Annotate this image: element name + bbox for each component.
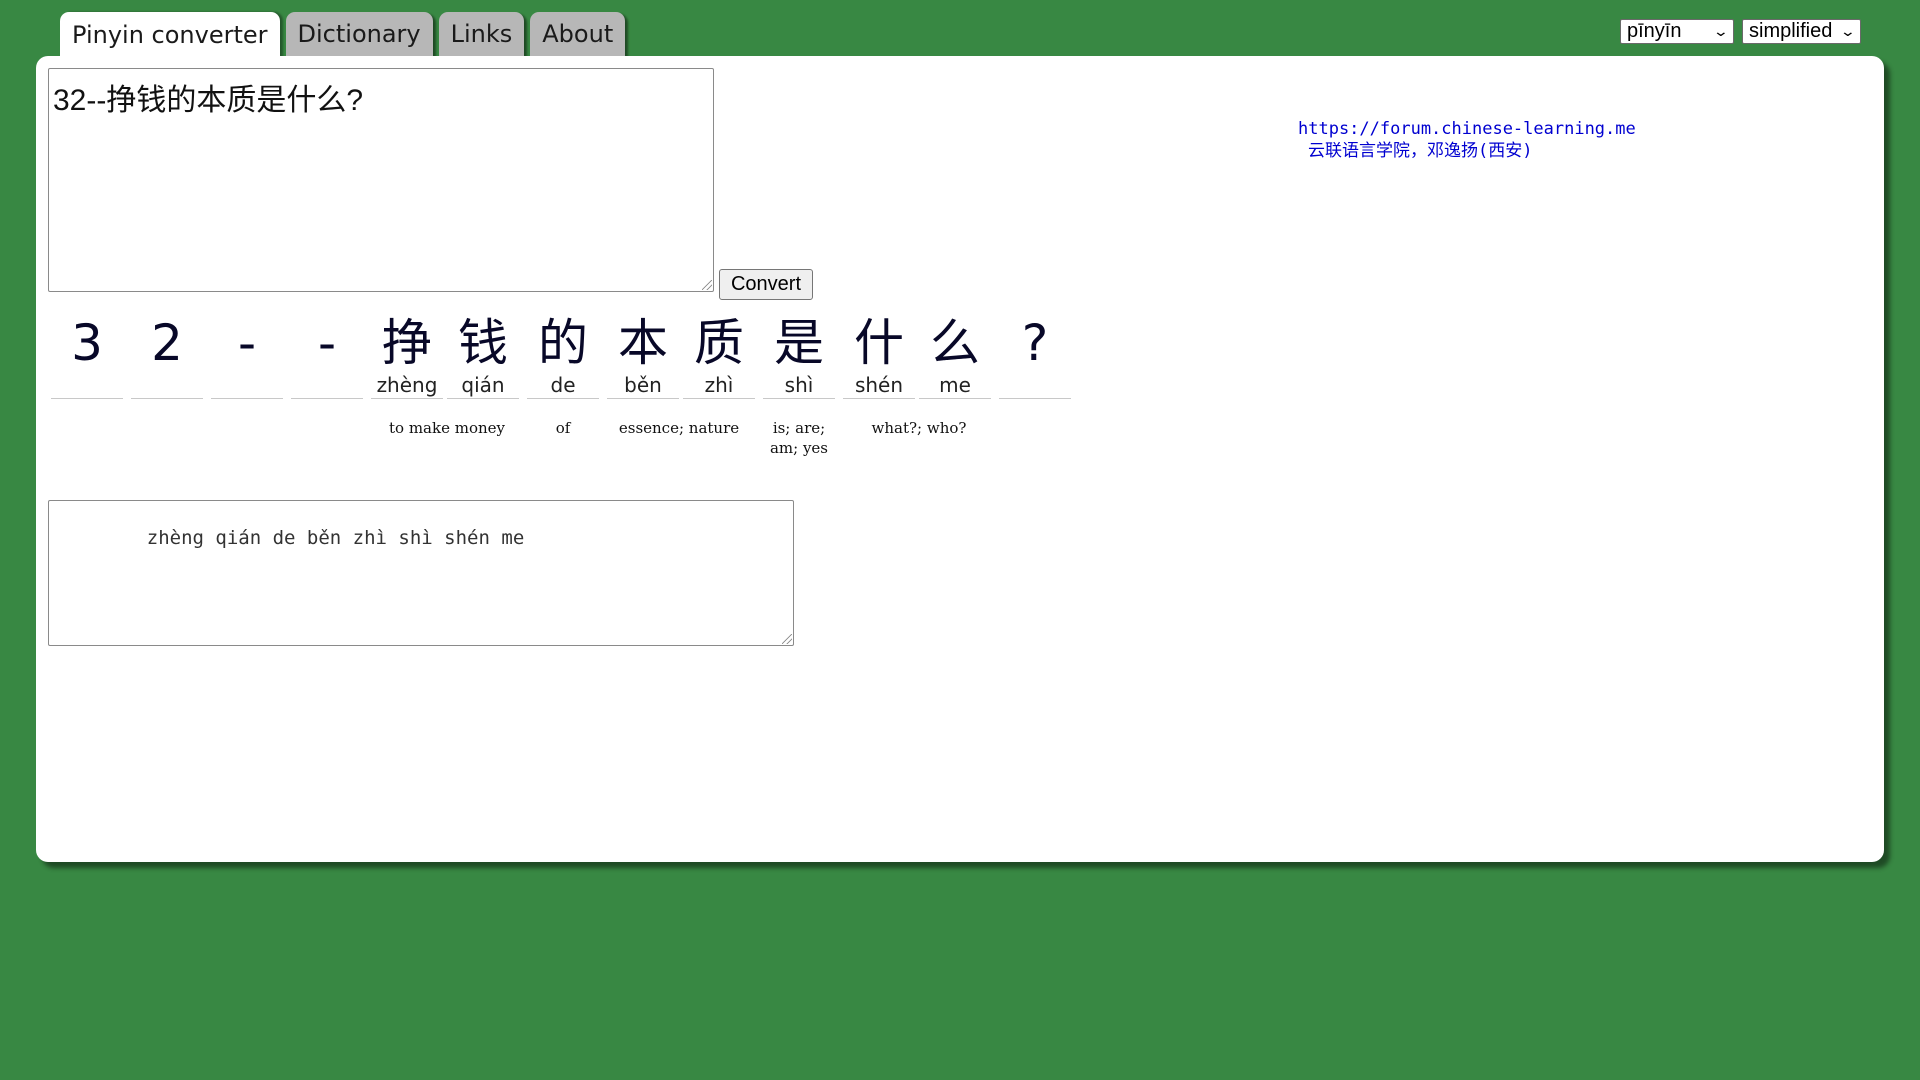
options-selects: pīnyīn ⌄ simplified ⌄ xyxy=(1620,19,1861,44)
syllable-cell[interactable]: 么 me xyxy=(919,316,991,399)
hanzi-char: 钱 xyxy=(458,314,508,372)
pinyin-reading: běn xyxy=(607,372,679,399)
hanzi-char: 2 xyxy=(151,314,183,372)
syllable-cell[interactable]: 3 xyxy=(51,316,123,399)
hanzi-char: 本 xyxy=(618,314,668,372)
script-select[interactable]: simplified ⌄ xyxy=(1742,19,1861,44)
forum-link[interactable]: https://forum.chinese-learning.me xyxy=(1298,118,1636,140)
syllable-cell[interactable]: 2 xyxy=(131,316,203,399)
hanzi-char: 是 xyxy=(774,314,824,372)
gloss-shenme: what?; who? xyxy=(871,419,967,437)
gloss-shi: is; are; am; yes xyxy=(769,419,829,457)
hanzi-char: 质 xyxy=(694,314,744,372)
pinyin-reading: shì xyxy=(763,372,835,399)
credit-author: 云联语言学院，邓逸扬(西安) xyxy=(1308,141,1533,161)
resize-handle-icon[interactable] xyxy=(702,280,712,290)
syllable-cell[interactable]: 本 běn xyxy=(607,316,679,399)
gloss-benzhi: essence; nature xyxy=(618,419,740,437)
hanzi-char: 么 xyxy=(930,314,980,372)
script-select-value: simplified xyxy=(1749,20,1833,42)
chinese-input-value: 32--挣钱的本质是什么? xyxy=(53,84,364,117)
convert-button[interactable]: Convert xyxy=(719,269,813,300)
syllable-cell[interactable]: 是 shì xyxy=(763,316,835,399)
romanization-select-value: pīnyīn xyxy=(1627,20,1682,42)
pinyin-reading: zhì xyxy=(683,372,755,399)
hanzi-char: - xyxy=(317,314,337,372)
pinyin-reading xyxy=(999,372,1071,399)
tab-dictionary[interactable]: Dictionary xyxy=(285,12,433,56)
hanzi-char: 的 xyxy=(538,314,588,372)
syllable-cell[interactable]: - xyxy=(211,316,283,399)
pinyin-reading xyxy=(291,372,363,399)
syllable-cell[interactable]: 什 shén xyxy=(843,316,915,399)
hanzi-char: 3 xyxy=(71,314,103,372)
tab-about[interactable]: About xyxy=(530,12,626,56)
pinyin-output-textarea[interactable]: zhèng qián de běn zhì shì shén me xyxy=(48,500,794,646)
chevron-down-icon: ⌄ xyxy=(1840,23,1857,39)
pinyin-reading: shén xyxy=(843,372,915,399)
pinyin-reading: me xyxy=(919,372,991,399)
credit-block: https://forum.chinese-learning.me 云联语言学院… xyxy=(1298,118,1636,162)
tab-pinyin-converter[interactable]: Pinyin converter xyxy=(60,12,280,58)
romanization-select[interactable]: pīnyīn ⌄ xyxy=(1620,19,1734,44)
tab-links[interactable]: Links xyxy=(438,12,525,56)
resize-handle-icon[interactable] xyxy=(782,634,792,644)
pinyin-reading xyxy=(131,372,203,399)
gloss-zhengqian: to make money xyxy=(389,419,505,437)
chinese-input-textarea[interactable]: 32--挣钱的本质是什么? xyxy=(48,68,714,292)
syllable-cell[interactable]: - xyxy=(291,316,363,399)
pinyin-output-value: zhèng qián de běn zhì shì shén me xyxy=(146,527,525,549)
syllable-cell[interactable]: ? xyxy=(999,316,1071,399)
hanzi-char: ? xyxy=(1021,314,1049,372)
pinyin-reading: qián xyxy=(447,372,519,399)
pinyin-reading: zhèng xyxy=(371,372,443,399)
tab-bar: Pinyin converter Dictionary Links About xyxy=(60,12,626,58)
main-panel: 32--挣钱的本质是什么? Convert https://forum.chin… xyxy=(36,56,1884,862)
pinyin-reading: de xyxy=(527,372,599,399)
pinyin-reading xyxy=(51,372,123,399)
hanzi-char: - xyxy=(237,314,257,372)
gloss-de: of xyxy=(555,419,571,437)
syllable-cell[interactable]: 挣 zhèng xyxy=(371,316,443,399)
syllable-cell[interactable]: 钱 qián xyxy=(447,316,519,399)
chevron-down-icon: ⌄ xyxy=(1712,23,1730,39)
syllable-cell[interactable]: 的 de xyxy=(527,316,599,399)
hanzi-char: 什 xyxy=(854,314,904,372)
hanzi-char: 挣 xyxy=(382,314,432,372)
syllable-cell[interactable]: 质 zhì xyxy=(683,316,755,399)
pinyin-reading xyxy=(211,372,283,399)
